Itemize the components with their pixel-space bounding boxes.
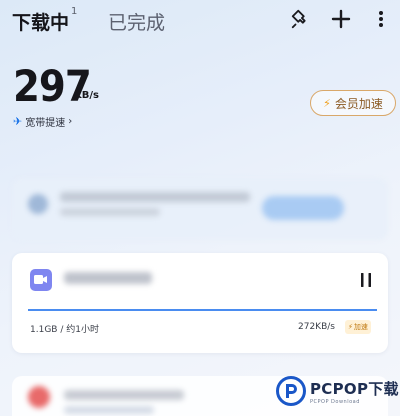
blurred-card-icon-2 xyxy=(28,386,50,408)
downloading-count-badge: 1 xyxy=(71,6,78,17)
pause-button[interactable] xyxy=(356,270,376,290)
download-speed-unit: KB/s xyxy=(74,90,99,101)
download-progress-fill xyxy=(28,309,377,311)
plane-icon: ✈ xyxy=(13,115,23,128)
blurred-card-button[interactable] xyxy=(262,196,344,220)
boost-badge[interactable]: ⚡ 加速 xyxy=(345,320,371,334)
boost-badge-label: 加速 xyxy=(353,323,368,331)
tab-downloading[interactable]: 下载中 xyxy=(12,8,69,35)
lightning-icon: ⚡ xyxy=(323,96,331,110)
blurred-card-title xyxy=(60,192,250,202)
blurred-card-title-2 xyxy=(64,390,184,400)
pin-icon[interactable] xyxy=(288,6,314,32)
chevron-right-icon: › xyxy=(68,116,73,127)
blurred-card-subtitle xyxy=(60,208,160,216)
more-vertical-icon[interactable] xyxy=(368,6,394,32)
broadband-boost-label: 宽带提速 xyxy=(25,118,66,129)
video-file-icon xyxy=(30,269,52,291)
watermark-brand: PCPOP下载 xyxy=(310,379,399,398)
download-speed-value: 297 xyxy=(13,62,92,112)
member-accelerate-label: 会员加速 xyxy=(334,96,383,111)
download-size-info: 1.1GB / 约1小时 xyxy=(30,325,99,335)
watermark-sub: PCPOP Download xyxy=(310,398,360,405)
blurred-card-subtitle-2 xyxy=(64,406,154,414)
blurred-card-icon xyxy=(28,194,48,214)
lightning-icon: ⚡ xyxy=(348,323,353,331)
tab-completed[interactable]: 已完成 xyxy=(108,8,165,35)
pcpop-logo-icon xyxy=(276,376,306,406)
broadband-boost-link[interactable]: ✈ 宽带提速 › xyxy=(13,114,72,129)
download-rate: 272KB/s xyxy=(298,322,335,332)
plus-icon[interactable] xyxy=(328,6,354,32)
download-item-card[interactable] xyxy=(12,253,388,353)
member-accelerate-button[interactable]: ⚡ 会员加速 xyxy=(310,90,396,116)
pcpop-watermark: PCPOP下载 PCPOP Download xyxy=(276,376,399,406)
blurred-file-name xyxy=(64,272,152,284)
